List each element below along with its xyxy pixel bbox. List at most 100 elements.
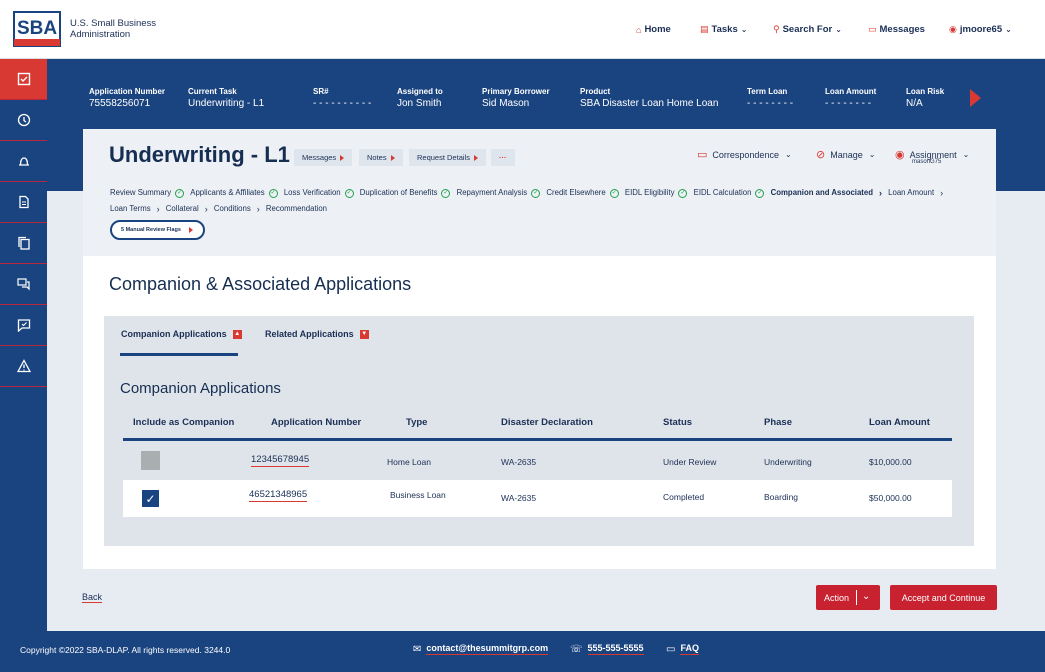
- org-name-line1: U.S. Small Business: [70, 18, 157, 29]
- button-divider: [856, 590, 857, 605]
- step-loss-verification[interactable]: Loss Verification ✓: [284, 185, 354, 201]
- manage-menu[interactable]: ⊘ Manage ⌄: [816, 148, 875, 161]
- request-details-chip[interactable]: Request Details: [409, 149, 486, 166]
- step-collateral[interactable]: Collateral ›: [166, 201, 208, 217]
- info-term-loan: Term Loan - - - - - - - -: [747, 87, 793, 109]
- info-primary-borrower: Primary Borrower Sid Mason: [482, 87, 550, 109]
- sidebar: [0, 59, 47, 631]
- clipboard-icon: ▤: [700, 24, 709, 34]
- messages-chip-label: Messages: [302, 153, 337, 162]
- check-circle-icon: ✓: [344, 188, 354, 198]
- include-checkbox[interactable]: ✓: [141, 489, 160, 508]
- sidebar-item-conversations[interactable]: [0, 264, 47, 305]
- chevron-right-icon: ›: [156, 204, 160, 214]
- phone-icon: ☏: [570, 643, 583, 655]
- caret-right-icon: [189, 227, 193, 233]
- sidebar-item-alerts[interactable]: [0, 141, 47, 182]
- step-label: Review Summary: [110, 188, 172, 197]
- sidebar-item-feedback[interactable]: [0, 305, 47, 346]
- info-label: Term Loan: [747, 87, 788, 96]
- user-icon: ◉: [895, 149, 905, 161]
- card-header: Underwriting - L1 Messages Notes Request…: [83, 129, 996, 256]
- messages-chip[interactable]: Messages: [294, 149, 353, 166]
- assignment-label: Assignment: [909, 149, 957, 160]
- nav-search-label: Search For: [782, 24, 833, 35]
- sidebar-item-warnings[interactable]: [0, 346, 47, 387]
- tab-companion-applications[interactable]: Companion Applications ▲: [121, 329, 242, 339]
- search-icon: ⚲: [773, 24, 780, 34]
- col-loan-amount: Loan Amount: [869, 417, 930, 428]
- correspondence-menu[interactable]: ▭ Correspondence ⌄: [697, 148, 792, 161]
- sba-logo[interactable]: SBA: [13, 11, 61, 47]
- step-credit-elsewhere[interactable]: Credit Elsewhere ✓: [546, 185, 619, 201]
- application-link[interactable]: 46521348965: [249, 489, 308, 502]
- step-label: Conditions: [213, 204, 251, 213]
- include-checkbox[interactable]: [141, 451, 160, 470]
- nav-tasks[interactable]: ▤ Tasks ⌄: [700, 24, 747, 35]
- info-application-number: Application Number 75558256071: [89, 87, 165, 109]
- info-label: Assigned to: [397, 87, 443, 96]
- sidebar-item-copies[interactable]: [0, 223, 47, 264]
- copyright: Copyright ©2022 SBA-DLAP. All rights res…: [20, 645, 231, 655]
- warning-icon: [16, 359, 31, 373]
- info-value: - - - - - - - -: [825, 98, 872, 109]
- sidebar-item-history[interactable]: [0, 100, 47, 141]
- info-value: SBA Disaster Loan Home Loan: [580, 98, 719, 109]
- manage-label: Manage: [830, 149, 863, 160]
- nav-search[interactable]: ⚲ Search For ⌄: [773, 24, 842, 35]
- step-recommendation[interactable]: Recommendation: [266, 201, 327, 217]
- application-link[interactable]: 12345678945: [251, 454, 310, 467]
- step-repayment-analysis[interactable]: Repayment Analysis ✓: [457, 185, 541, 201]
- request-details-chip-label: Request Details: [417, 153, 470, 162]
- accept-continue-button[interactable]: Accept and Continue: [890, 585, 997, 610]
- step-review-summary[interactable]: Review Summary ✓: [110, 185, 185, 201]
- caret-right-icon: [473, 154, 478, 161]
- info-current-task: Current Task Underwriting - L1: [188, 87, 264, 109]
- step-loan-amount[interactable]: Loan Amount ›: [888, 185, 943, 201]
- expand-arrow-icon[interactable]: [970, 89, 981, 107]
- history-icon: [17, 113, 30, 127]
- footer-phone[interactable]: ☏ 555-555-5555: [570, 643, 644, 655]
- org-name-line2: Administration: [70, 29, 131, 40]
- step-loan-terms[interactable]: Loan Terms ›: [110, 201, 160, 217]
- assignment-username: masonG75: [912, 159, 942, 165]
- chevron-right-icon: ›: [204, 204, 208, 214]
- caret-right-icon: [390, 154, 395, 161]
- chevron-down-icon: ⌄: [740, 25, 748, 34]
- back-link[interactable]: Back: [82, 592, 103, 603]
- cell-status: Completed: [663, 492, 705, 502]
- sidebar-item-tasks[interactable]: [0, 59, 47, 100]
- notes-chip[interactable]: Notes: [359, 149, 403, 166]
- step-label: Companion and Associated: [770, 188, 873, 197]
- step-duplication-of-benefits[interactable]: Duplication of Benefits ✓: [360, 185, 451, 201]
- cell-type: Business Loan: [390, 490, 446, 500]
- col-include: Include as Companion: [133, 417, 235, 428]
- action-dropdown-button[interactable]: Action ⌄: [816, 585, 880, 610]
- info-value: Jon Smith: [397, 98, 442, 109]
- sidebar-item-documents[interactable]: [0, 182, 47, 223]
- chevron-down-icon: ▼: [359, 329, 369, 339]
- step-conditions[interactable]: Conditions ›: [214, 201, 260, 217]
- nav-messages[interactable]: ▭ Messages: [868, 24, 925, 35]
- step-companion-associated[interactable]: Companion and Associated ›: [771, 185, 882, 201]
- header-divider: [123, 438, 952, 441]
- check-circle-icon: ✓: [609, 188, 619, 198]
- panel-subtitle: Companion Applications: [120, 380, 281, 397]
- tab-related-applications[interactable]: Related Applications ▼: [265, 329, 369, 339]
- step-label: Recommendation: [265, 204, 328, 213]
- chevron-down-icon: ⌄: [1005, 25, 1012, 34]
- footer-faq[interactable]: ▭ FAQ: [666, 643, 699, 655]
- nav-home[interactable]: ⌂ Home: [636, 24, 671, 35]
- step-eidl-calculation[interactable]: EIDL Calculation ✓: [694, 185, 765, 201]
- more-options-button[interactable]: ···: [491, 149, 515, 166]
- info-label: Product: [580, 87, 611, 96]
- info-value: - - - - - - - -: [747, 98, 794, 109]
- step-eidl-eligibility[interactable]: EIDL Eligibility ✓: [625, 185, 688, 201]
- table-row: 12345678945 Home Loan WA-2635 Under Revi…: [123, 443, 952, 480]
- info-value: Underwriting - L1: [188, 98, 265, 109]
- manual-review-flags-button[interactable]: 5 Manual Review Flags: [110, 220, 205, 240]
- step-applicants-affiliates[interactable]: Applicants & Affiliates ✓: [190, 185, 278, 201]
- footer-email[interactable]: ✉ contact@thesummitgrp.com: [413, 643, 549, 655]
- check-circle-icon: ⊘: [816, 149, 826, 161]
- nav-user[interactable]: ◉ jmoore65 ⌄: [949, 24, 1012, 35]
